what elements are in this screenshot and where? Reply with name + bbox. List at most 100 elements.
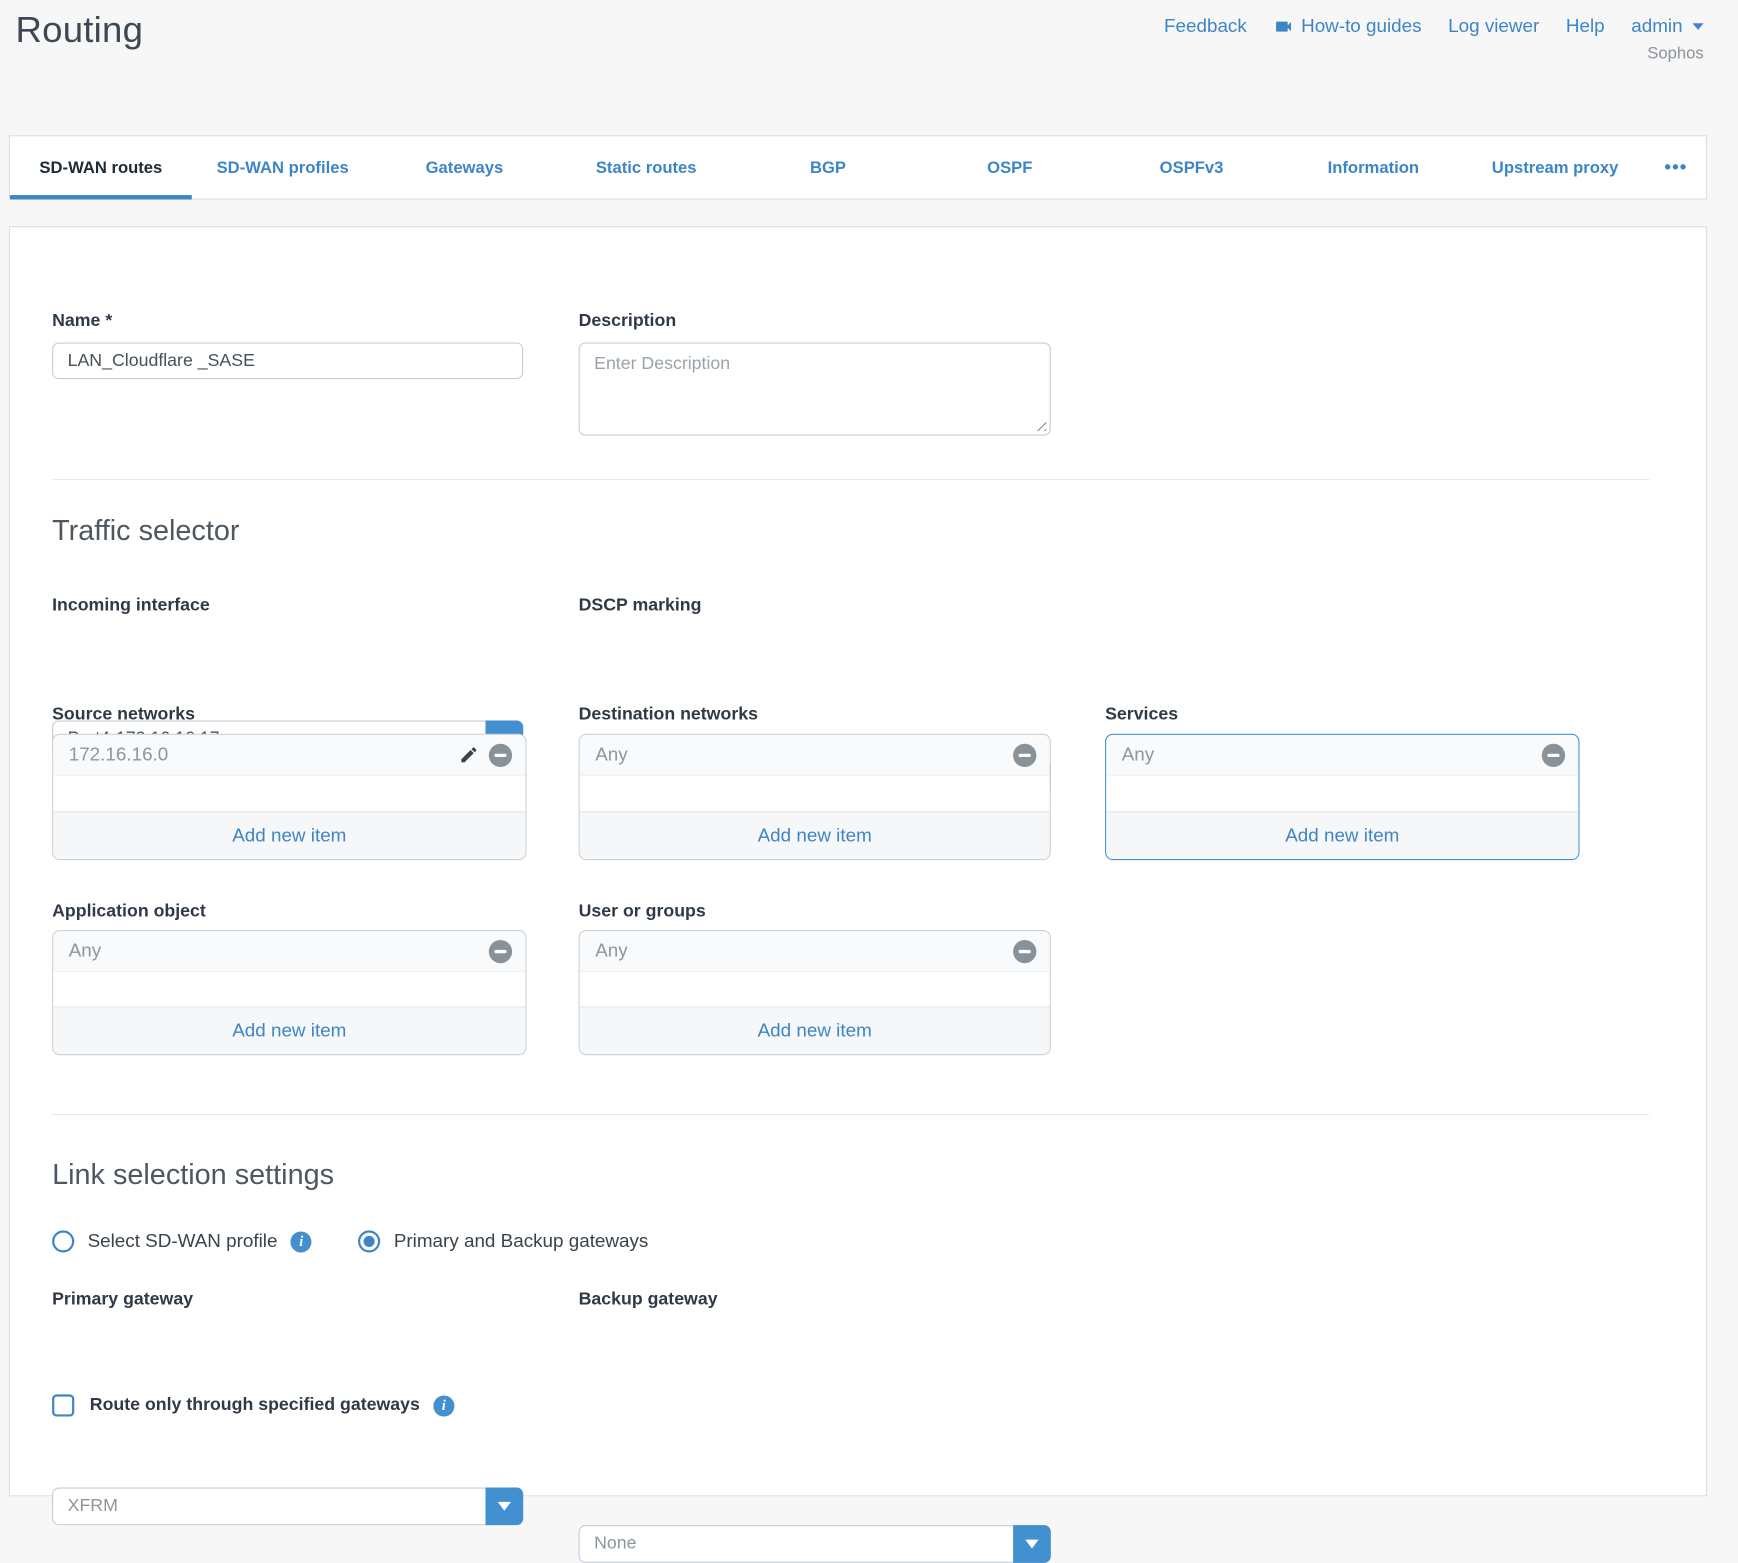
radio-primary-backup-gateways[interactable] [358,1230,380,1252]
remove-icon[interactable] [489,743,512,766]
name-label: Name * [52,311,112,331]
dropdown-button[interactable] [485,1487,523,1525]
tab-sd-wan-profiles[interactable]: SD-WAN profiles [192,136,374,198]
route-only-label: Route only through specified gateways [90,1396,420,1416]
tab-label: SD-WAN routes [39,158,162,177]
list-item-value: 172.16.16.0 [69,744,459,766]
radio-label: Primary and Backup gateways [394,1230,649,1252]
tab-label: Upstream proxy [1492,158,1619,177]
log-viewer-link[interactable]: Log viewer [1448,16,1539,38]
tab-label: OSPF [987,158,1032,177]
tab-upstream-proxy[interactable]: Upstream proxy [1464,136,1646,198]
description-field-wrap [579,343,1051,436]
list-item: Any [1106,735,1578,776]
sd-wan-route-form: Name * Description Traffic selector Inco… [9,226,1707,1496]
info-icon[interactable]: i [291,1231,312,1252]
tab-ospf[interactable]: OSPF [919,136,1101,198]
list-item-value: Any [1122,744,1542,766]
list-item-value: Any [595,940,1013,962]
list-item: 172.16.16.0 [53,735,525,776]
tab-label: Static routes [596,158,697,177]
tab-label: Gateways [426,158,504,177]
header-nav: Feedback How-to guides Log viewer Help a… [1164,16,1704,38]
tab-bgp[interactable]: BGP [737,136,919,198]
incoming-interface-label: Incoming interface [52,596,210,616]
radio-select-sd-wan-profile[interactable] [52,1230,74,1252]
remove-icon[interactable] [1542,743,1565,766]
admin-label: admin [1631,16,1682,38]
tab-gateways[interactable]: Gateways [374,136,556,198]
list-empty-area [1106,776,1578,811]
list-item-value: Any [69,940,489,962]
user-or-groups-label: User or groups [579,902,706,922]
add-new-item-button[interactable]: Add new item [580,811,1050,859]
routing-page: Routing Feedback How-to guides Log viewe… [0,0,1738,1512]
section-divider [52,479,1649,480]
source-networks-label: Source networks [52,705,195,725]
tab-label: Information [1328,158,1419,177]
how-to-guides-link[interactable]: How-to guides [1273,16,1421,38]
primary-gateway-select[interactable]: XFRM [52,1487,523,1525]
tab-label: OSPFv3 [1160,158,1224,177]
list-empty-area [53,776,525,811]
header-right: Feedback How-to guides Log viewer Help a… [1164,9,1704,63]
list-item: Any [53,931,525,972]
list-item: Any [580,931,1050,972]
video-camera-icon [1273,17,1293,37]
feedback-link[interactable]: Feedback [1164,16,1247,38]
source-networks-box: 172.16.16.0 Add new item [52,734,526,860]
tab-bar: SD-WAN routes SD-WAN profiles Gateways S… [9,135,1707,199]
tab-ospfv3[interactable]: OSPFv3 [1101,136,1283,198]
tab-label: SD-WAN profiles [217,158,349,177]
brand-label: Sophos [1164,44,1704,63]
list-item-value: Any [595,744,1013,766]
remove-icon[interactable] [489,939,512,962]
user-or-groups-box: Any Add new item [579,930,1051,1055]
tab-label: BGP [810,158,846,177]
dscp-marking-label: DSCP marking [579,596,702,616]
tab-static-routes[interactable]: Static routes [555,136,737,198]
backup-gateway-select[interactable]: None [579,1525,1051,1563]
application-object-box: Any Add new item [52,930,526,1055]
services-label: Services [1105,705,1178,725]
chevron-down-icon [498,1502,511,1511]
list-empty-area [580,776,1050,811]
link-selection-options: Select SD-WAN profile i Primary and Back… [52,1230,648,1252]
chevron-down-icon [1025,1540,1038,1549]
description-textarea[interactable] [579,343,1051,436]
traffic-selector-heading: Traffic selector [52,513,239,547]
primary-gateway-value: XFRM [53,1496,166,1516]
dropdown-button[interactable] [1013,1525,1051,1563]
add-new-item-button[interactable]: Add new item [580,1006,1050,1054]
services-box: Any Add new item [1105,734,1579,860]
list-empty-area [53,972,525,1006]
route-only-row: Route only through specified gateways i [52,1394,454,1416]
application-object-label: Application object [52,902,206,922]
name-input[interactable] [52,343,523,380]
tab-overflow-menu[interactable]: ••• [1646,136,1706,198]
edit-icon[interactable] [459,745,479,765]
info-icon[interactable]: i [433,1395,454,1416]
backup-gateway-label: Backup gateway [579,1290,718,1310]
description-label: Description [579,311,677,331]
ellipsis-icon: ••• [1664,156,1687,178]
tab-sd-wan-routes[interactable]: SD-WAN routes [10,136,192,198]
add-new-item-button[interactable]: Add new item [53,811,525,859]
route-only-checkbox[interactable] [52,1394,74,1416]
how-to-guides-label: How-to guides [1301,16,1421,38]
admin-menu[interactable]: admin [1631,16,1703,38]
radio-label: Select SD-WAN profile [88,1230,278,1252]
tab-information[interactable]: Information [1282,136,1464,198]
add-new-item-button[interactable]: Add new item [1106,811,1578,859]
destination-networks-label: Destination networks [579,705,758,725]
help-link[interactable]: Help [1566,16,1605,38]
list-empty-area [580,972,1050,1006]
remove-icon[interactable] [1013,743,1036,766]
add-new-item-button[interactable]: Add new item [53,1006,525,1054]
page-title: Routing [16,9,144,51]
link-selection-heading: Link selection settings [52,1157,334,1191]
section-divider [52,1114,1649,1115]
destination-networks-box: Any Add new item [579,734,1051,860]
remove-icon[interactable] [1013,939,1036,962]
primary-gateway-label: Primary gateway [52,1290,193,1310]
